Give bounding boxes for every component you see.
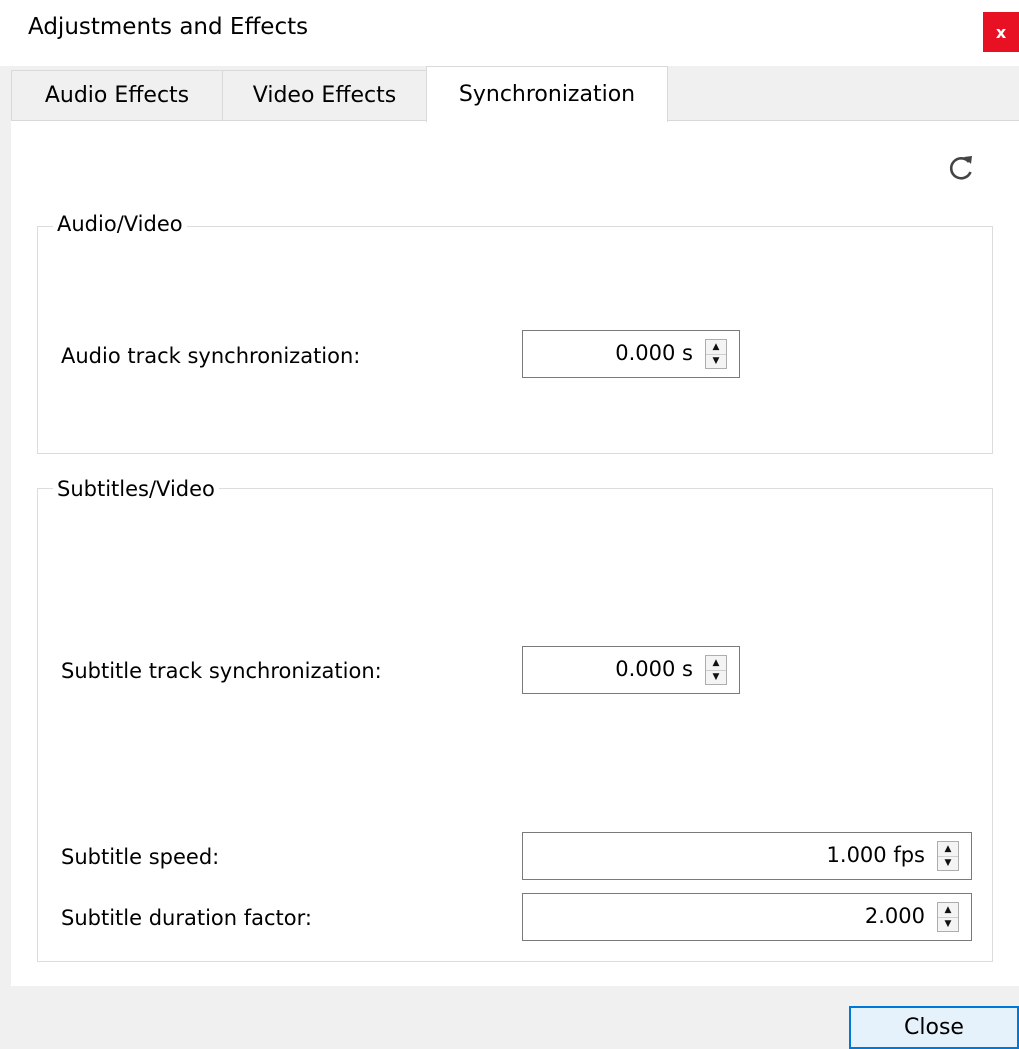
audio-sync-value: 0.000 s bbox=[615, 341, 693, 365]
tab-synchronization[interactable]: Synchronization bbox=[426, 66, 668, 122]
audio-sync-stepper[interactable]: ▲ ▼ bbox=[705, 339, 727, 369]
audio-video-group bbox=[37, 226, 993, 454]
duration-factor-value: 2.000 bbox=[864, 904, 925, 928]
duration-factor-stepper[interactable]: ▲ ▼ bbox=[937, 902, 959, 932]
audio-sync-label: Audio track synchronization: bbox=[61, 344, 361, 368]
subtitles-video-group-title: Subtitles/Video bbox=[53, 477, 219, 501]
subtitles-video-group bbox=[37, 488, 993, 962]
subtitle-speed-stepper[interactable]: ▲ ▼ bbox=[937, 841, 959, 871]
subtitle-sync-spinbox[interactable]: 0.000 s ▲ ▼ bbox=[522, 646, 740, 694]
spin-down-icon[interactable]: ▼ bbox=[938, 856, 958, 870]
spin-down-icon[interactable]: ▼ bbox=[706, 670, 726, 684]
window-close-button[interactable]: x bbox=[983, 12, 1019, 52]
close-button[interactable]: Close bbox=[849, 1006, 1019, 1049]
tab-video-effects[interactable]: Video Effects bbox=[222, 70, 427, 120]
subtitle-sync-label: Subtitle track synchronization: bbox=[61, 659, 382, 683]
spin-down-icon[interactable]: ▼ bbox=[938, 917, 958, 931]
reset-icon[interactable] bbox=[946, 153, 976, 183]
subtitle-speed-spinbox[interactable]: 1.000 fps ▲ ▼ bbox=[522, 832, 972, 880]
spin-up-icon[interactable]: ▲ bbox=[938, 842, 958, 857]
subtitle-sync-stepper[interactable]: ▲ ▼ bbox=[705, 655, 727, 685]
tab-audio-effects[interactable]: Audio Effects bbox=[11, 70, 223, 120]
audio-video-group-title: Audio/Video bbox=[53, 212, 187, 236]
spin-down-icon[interactable]: ▼ bbox=[706, 354, 726, 368]
window-title: Adjustments and Effects bbox=[28, 14, 309, 40]
subtitle-speed-value: 1.000 fps bbox=[826, 843, 925, 867]
spin-up-icon[interactable]: ▲ bbox=[706, 340, 726, 355]
spin-up-icon[interactable]: ▲ bbox=[938, 903, 958, 918]
audio-sync-spinbox[interactable]: 0.000 s ▲ ▼ bbox=[522, 330, 740, 378]
duration-factor-label: Subtitle duration factor: bbox=[61, 906, 312, 930]
subtitle-speed-label: Subtitle speed: bbox=[61, 845, 220, 869]
title-bar: Adjustments and Effects x bbox=[0, 0, 1019, 66]
spin-up-icon[interactable]: ▲ bbox=[706, 656, 726, 671]
subtitle-sync-value: 0.000 s bbox=[615, 657, 693, 681]
duration-factor-spinbox[interactable]: 2.000 ▲ ▼ bbox=[522, 893, 972, 941]
